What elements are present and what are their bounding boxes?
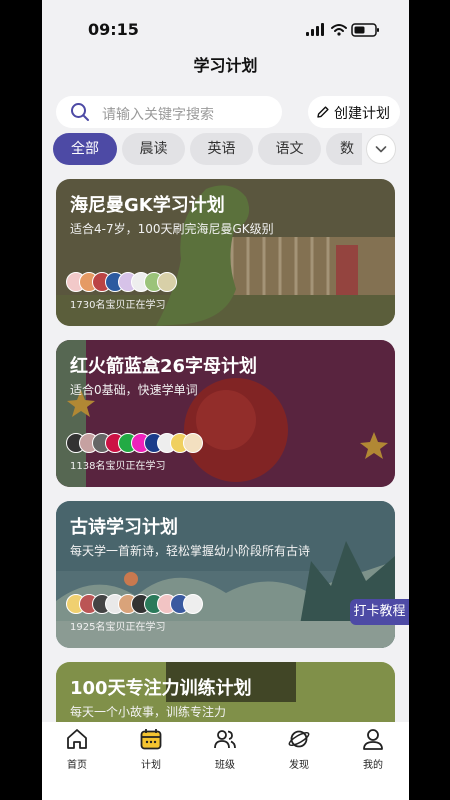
- nav-label: 班级: [215, 760, 235, 771]
- more-tabs-button[interactable]: [366, 134, 396, 164]
- nav-item-home[interactable]: 首页: [52, 728, 102, 771]
- card-subtitle: 每天一个小故事，训练专注力: [70, 705, 227, 719]
- tab-morning-reading[interactable]: 晨读: [122, 133, 185, 165]
- check-in-tutorial-button[interactable]: 打卡教程: [350, 599, 409, 625]
- card-subtitle: 每天学一首新诗，轻松掌握幼小阶段所有古诗: [70, 544, 311, 558]
- avatar: [157, 272, 177, 292]
- search-placeholder: 请输入关键字搜索: [102, 107, 214, 123]
- tab-all[interactable]: 全部: [53, 133, 117, 165]
- status-bar: 09:15: [42, 0, 409, 50]
- bottom-nav: 首页 计划 班级 发现 我的: [42, 722, 409, 800]
- chevron-down-icon: [375, 146, 387, 153]
- home-icon: [67, 729, 87, 749]
- nav-item-plan[interactable]: 计划: [126, 728, 176, 771]
- signal-icon: [306, 23, 324, 36]
- avatar: [183, 433, 203, 453]
- nav-item-discover[interactable]: 发现: [274, 728, 324, 771]
- status-time: 09:15: [88, 20, 139, 39]
- learner-count: 1730名宝贝正在学习: [70, 300, 166, 311]
- page-title: 学习计划: [193, 56, 258, 75]
- create-plan-button[interactable]: 创建计划: [308, 96, 400, 128]
- search-icon: [71, 103, 89, 121]
- learner-count: 1138名宝贝正在学习: [70, 461, 166, 472]
- nav-item-class[interactable]: 班级: [200, 728, 250, 771]
- card-title: 100天专注力训练计划: [70, 678, 252, 699]
- tab-english[interactable]: 英语: [190, 133, 253, 165]
- nav-label: 我的: [363, 760, 383, 771]
- tab-chinese[interactable]: 语文: [258, 133, 321, 165]
- planet-icon: [288, 730, 310, 748]
- user-icon: [363, 729, 383, 750]
- card-subtitle: 适合0基础，快速学单词: [70, 383, 198, 397]
- learner-count: 1925名宝贝正在学习: [70, 622, 166, 633]
- nav-item-me[interactable]: 我的: [348, 728, 398, 771]
- category-tabs: 全部 晨读 英语 语文 数: [53, 133, 403, 165]
- create-plan-label: 创建计划: [334, 106, 390, 122]
- nav-label: 首页: [67, 760, 87, 771]
- status-icons: [306, 23, 379, 37]
- search-input[interactable]: 请输入关键字搜索: [56, 96, 282, 128]
- plan-card[interactable]: 古诗学习计划 每天学一首新诗，轻松掌握幼小阶段所有古诗 1925名宝贝正在学习: [56, 501, 395, 648]
- plan-card[interactable]: 海尼曼GK学习计划 适合4-7岁，100天刷完海尼曼GK级别 1730名宝贝正在…: [56, 179, 395, 326]
- plan-card[interactable]: 红火箭蓝盒26字母计划 适合0基础，快速学单词 1138名宝贝正在学习: [56, 340, 395, 487]
- card-title: 古诗学习计划: [70, 517, 178, 538]
- card-title: 红火箭蓝盒26字母计划: [70, 356, 258, 377]
- wifi-icon: [331, 24, 347, 32]
- nav-label: 计划: [141, 760, 161, 771]
- avatar: [183, 594, 203, 614]
- app-screen: 09:15 学习计划 请输入关键字搜索 创建计划 全部 晨读 英语 语文 数 海…: [42, 0, 409, 800]
- calendar-icon: [140, 729, 162, 750]
- pencil-icon: [317, 106, 329, 118]
- card-title: 海尼曼GK学习计划: [70, 195, 225, 216]
- card-subtitle: 适合4-7岁，100天刷完海尼曼GK级别: [70, 222, 274, 236]
- people-icon: [214, 730, 236, 749]
- nav-label: 发现: [289, 760, 309, 771]
- tab-math[interactable]: 数: [326, 133, 362, 165]
- battery-icon: [351, 23, 379, 37]
